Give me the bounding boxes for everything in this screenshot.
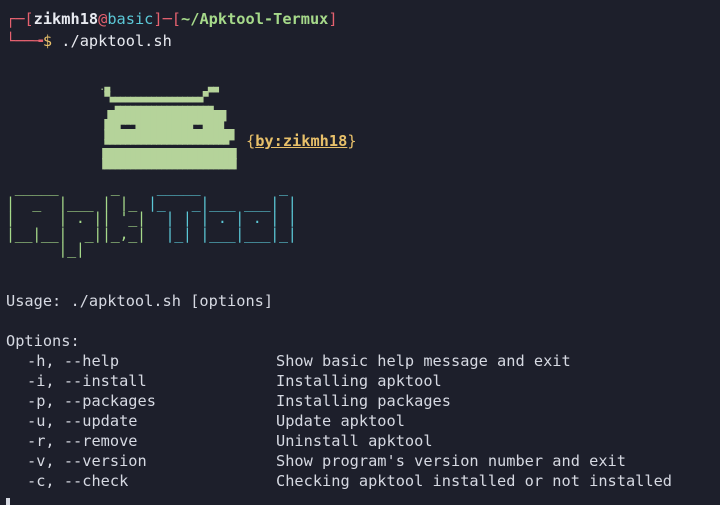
- option-desc: Checking apktool installed or not instal…: [276, 472, 673, 490]
- option-flag: -c, --check: [27, 472, 129, 490]
- prompt-bracket-close: ]: [328, 10, 338, 28]
- prompt-line: ┌─[zikmh18@basic]─[~/Apktool-Termux]: [6, 9, 338, 29]
- command-text: ./apktool.sh: [52, 32, 172, 50]
- prompt-bracket-open: ┌─[: [6, 10, 34, 28]
- option-desc: Installing apktool: [276, 372, 442, 390]
- option-flag: -p, --packages: [27, 392, 156, 410]
- option-desc: Uninstall apktool: [276, 432, 433, 450]
- option-flag: -r, --remove: [27, 432, 138, 450]
- option-desc: Show program's version number and exit: [276, 452, 626, 470]
- usage-text: Usage: ./apktool.sh [options]: [6, 292, 274, 310]
- author-tag: {by:zikmh18}: [246, 132, 357, 150]
- author-name: by:zikmh18: [255, 132, 348, 150]
- android-logo-art: .▄ ▄▄ ▀▄▄▄▄▄▄▄▄▄▄▄▄▄▄▄▄▄▄▀ ▄▄▄▄▄▄▄▄▄▄▄▄▄…: [99, 82, 239, 170]
- option-desc: Installing packages: [276, 392, 451, 410]
- prompt-at: @: [98, 10, 108, 28]
- prompt-path: ~/Apktool-Termux: [181, 10, 329, 28]
- option-flag: -v, --version: [27, 452, 147, 470]
- option-desc: Update apktool: [276, 412, 405, 430]
- command-line: └──╼$ ./apktool.sh: [6, 31, 172, 51]
- prompt-user: zikmh18: [33, 10, 99, 28]
- option-desc: Show basic help message and exit: [276, 352, 571, 370]
- option-flag: -i, --install: [27, 372, 147, 390]
- prompt-dollar: $: [42, 32, 53, 50]
- option-flag: -u, --update: [27, 412, 138, 430]
- prompt-separator: ]─[: [153, 10, 182, 28]
- terminal-window[interactable]: ┌─[zikmh18@basic]─[~/Apktool-Termux] └──…: [0, 0, 720, 505]
- options-heading: Options:: [6, 332, 80, 350]
- prompt-host: basic: [107, 10, 154, 28]
- option-flag: -h, --help: [27, 352, 120, 370]
- tool-title-art: _____ _ |_ _|___ ___| | | | | . | . | | …: [148, 178, 297, 243]
- prompt-corner: └──╼: [6, 32, 43, 50]
- apk-title-art: _____ _ | _ |___ | |_ | | . || '_| |__|_…: [6, 178, 146, 258]
- terminal-cursor: [6, 498, 10, 505]
